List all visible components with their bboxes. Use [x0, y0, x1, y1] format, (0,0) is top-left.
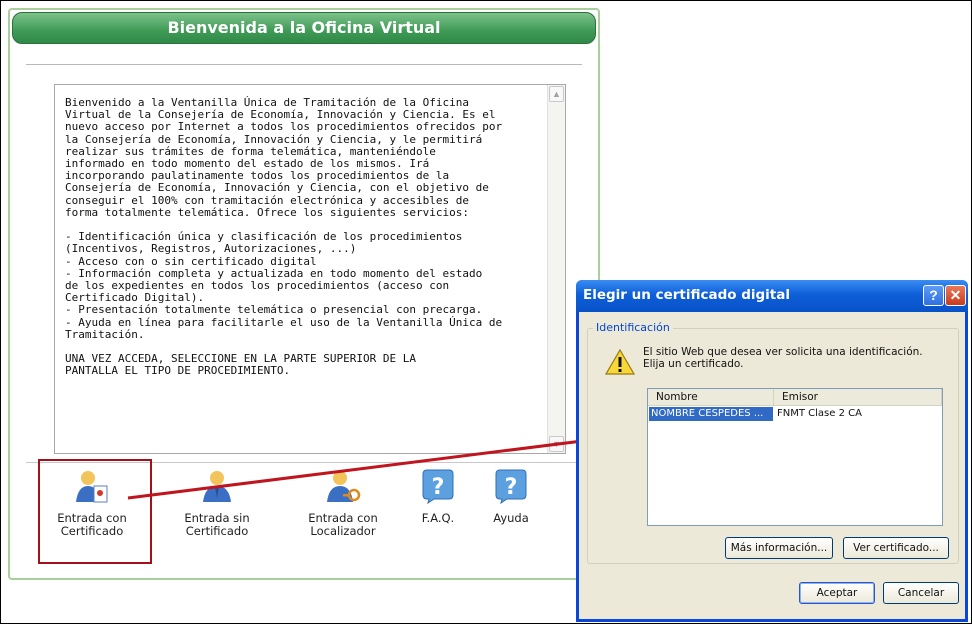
welcome-text: Bienvenido a la Ventanilla Única de Tram…	[65, 96, 503, 378]
header-divider	[26, 64, 582, 65]
column-header-name[interactable]: Nombre	[648, 389, 774, 406]
help-icon[interactable]: ?	[923, 285, 944, 306]
user-icon	[203, 471, 231, 502]
certificate-issuer-cell: FNMT Clase 2 CA	[777, 408, 862, 419]
office-title: Bienvenida a la Oficina Virtual	[167, 18, 441, 37]
entry-without-certificate-button[interactable]: Entrada sin Certificado	[172, 468, 262, 538]
help-button[interactable]: ? Ayuda	[484, 468, 538, 525]
column-header-issuer[interactable]: Emisor	[774, 389, 942, 406]
dialog-titlebar[interactable]: Elegir un certificado digital ? ✕	[576, 280, 968, 312]
tool-label: F.A.Q.	[421, 511, 455, 525]
tool-label: Ayuda	[493, 511, 529, 525]
scroll-up-icon[interactable]: ▲	[549, 86, 564, 102]
certificate-list[interactable]: Nombre Emisor NOMBRE CESPEDES ... FNMT C…	[647, 388, 943, 526]
dialog-title: Elegir un certificado digital	[583, 287, 791, 303]
tool-label: Entrada con Localizador	[308, 511, 378, 538]
question-icon: ?	[422, 469, 454, 504]
group-label: Identificación	[593, 321, 673, 334]
user-key-icon	[327, 471, 361, 502]
warning-icon	[605, 348, 635, 375]
close-icon[interactable]: ✕	[945, 285, 966, 306]
office-header: Bienvenida a la Oficina Virtual	[12, 12, 596, 44]
more-info-button[interactable]: Más información...	[725, 537, 833, 559]
svg-text:?: ?	[505, 475, 518, 500]
certificate-name-cell: NOMBRE CESPEDES ...	[649, 407, 773, 421]
text-scrollbar[interactable]: ▲ ▼	[547, 85, 565, 453]
svg-text:?: ?	[432, 475, 445, 500]
accept-button[interactable]: Aceptar	[799, 582, 875, 604]
help-icon: ?	[495, 469, 527, 504]
tool-label: Entrada sin Certificado	[184, 511, 250, 538]
highlight-annotation-box	[38, 459, 152, 564]
choose-certificate-dialog: Elegir un certificado digital ? ✕ Identi…	[576, 280, 968, 622]
entry-with-locator-button[interactable]: Entrada con Localizador	[296, 468, 390, 538]
prompt-text: El sitio Web que desea ver solicita una …	[643, 346, 923, 370]
welcome-text-box[interactable]: Bienvenido a la Ventanilla Única de Tram…	[54, 84, 566, 454]
view-certificate-button[interactable]: Ver certificado...	[843, 537, 949, 559]
scroll-down-icon[interactable]: ▼	[549, 436, 564, 452]
cancel-button[interactable]: Cancelar	[883, 582, 959, 604]
faq-button[interactable]: ? F.A.Q.	[410, 468, 466, 525]
